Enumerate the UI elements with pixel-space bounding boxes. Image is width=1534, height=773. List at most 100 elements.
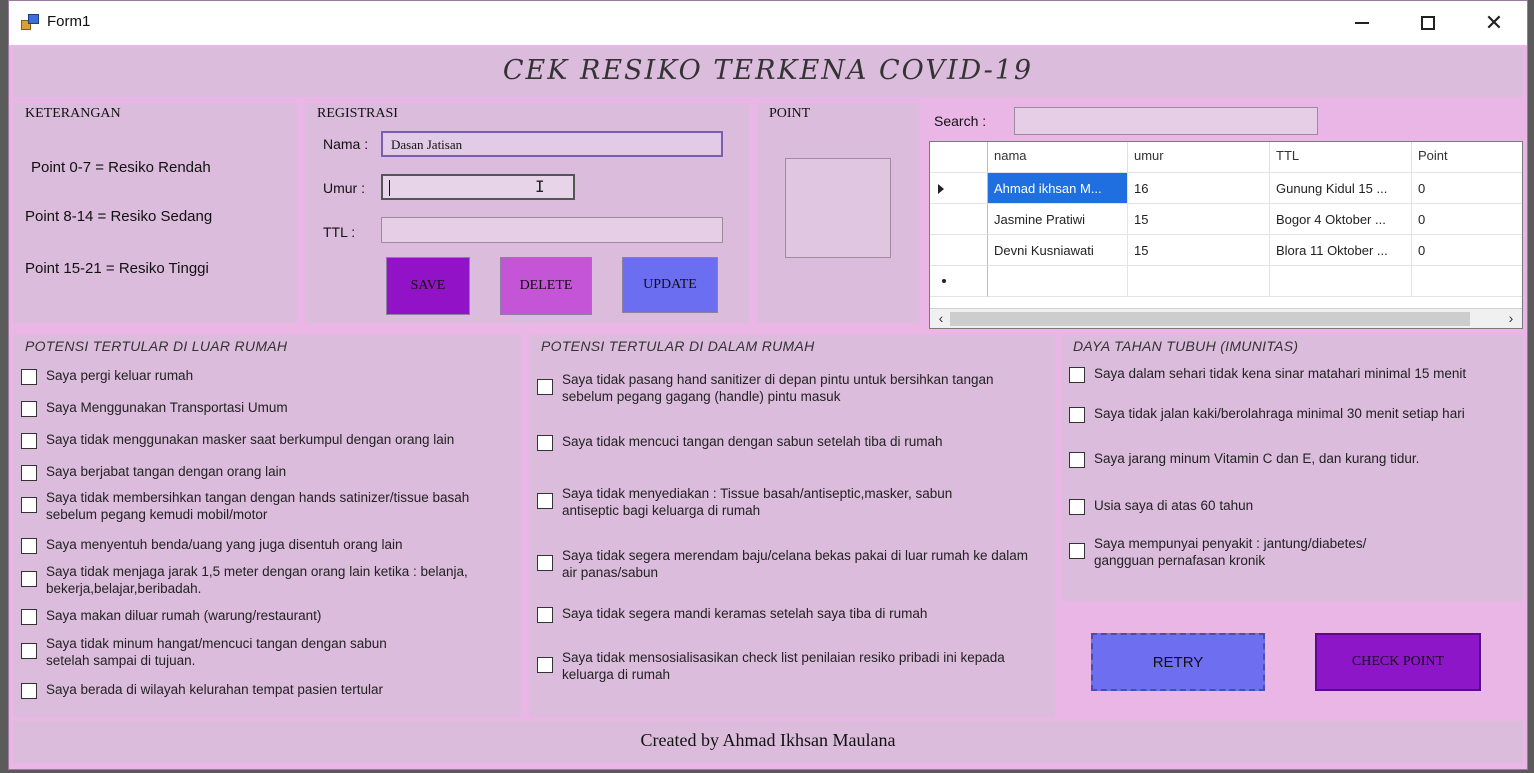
new-row[interactable] bbox=[930, 266, 1522, 297]
checkbox-luar-4[interactable]: Saya berjabat tangan dengan orang lain bbox=[21, 463, 511, 481]
checkbox-label: Saya berjabat tangan dengan orang lain bbox=[46, 464, 287, 479]
checkbox-box[interactable] bbox=[1069, 367, 1085, 383]
checkbox-dalam-2[interactable]: Saya tidak mencuci tangan dengan sabun s… bbox=[537, 433, 1037, 451]
checkbox-box[interactable] bbox=[21, 401, 37, 417]
form-window: Form1 ✕ CEK RESIKO TERKENA COVID-19 KETE… bbox=[8, 0, 1528, 770]
checkbox-box[interactable] bbox=[537, 657, 553, 673]
table-row[interactable]: Jasmine Pratiwi 15 Bogor 4 Oktober ... 0 bbox=[930, 204, 1522, 235]
checkbox-box[interactable] bbox=[21, 433, 37, 449]
checkbox-box[interactable] bbox=[1069, 499, 1085, 515]
maximize-button[interactable] bbox=[1405, 7, 1451, 39]
checkbox-label: Saya tidak membersihkan tangan dengan ha… bbox=[46, 490, 470, 522]
grid-cell-umur[interactable]: 15 bbox=[1128, 235, 1270, 266]
umur-input[interactable]: I bbox=[381, 174, 575, 200]
delete-button[interactable]: DELETE bbox=[500, 257, 592, 315]
new-row-icon bbox=[942, 279, 946, 283]
table-row[interactable]: Ahmad ikhsan M... 16 Gunung Kidul 15 ...… bbox=[930, 173, 1522, 204]
checkbox-box[interactable] bbox=[21, 465, 37, 481]
grid-cell-ttl[interactable]: Gunung Kidul 15 ... bbox=[1270, 173, 1412, 204]
checkbox-box[interactable] bbox=[21, 571, 37, 587]
nama-input[interactable]: Dasan Jatisan bbox=[381, 131, 723, 157]
grid-cell-ttl[interactable] bbox=[1270, 266, 1412, 297]
checkbox-luar-1[interactable]: Saya pergi keluar rumah bbox=[21, 367, 511, 385]
checkbox-luar-9[interactable]: Saya tidak minum hangat/mencuci tangan d… bbox=[21, 635, 421, 669]
checkbox-box[interactable] bbox=[21, 369, 37, 385]
checkbox-label: Saya makan diluar rumah (warung/restaura… bbox=[46, 608, 322, 623]
checkbox-label: Saya tidak mensosialisasikan check list … bbox=[562, 650, 1005, 682]
checkbox-imunitas-1[interactable]: Saya dalam sehari tidak kena sinar matah… bbox=[1069, 365, 1519, 383]
checkbox-box[interactable] bbox=[21, 643, 37, 659]
checkbox-box[interactable] bbox=[537, 555, 553, 571]
scrollbar-thumb[interactable] bbox=[950, 312, 1470, 326]
registrasi-label: REGISTRASI bbox=[317, 106, 398, 121]
checkbox-box[interactable] bbox=[21, 538, 37, 554]
row-header[interactable] bbox=[930, 235, 988, 266]
scroll-right-icon[interactable]: › bbox=[1502, 310, 1520, 326]
data-grid[interactable]: nama umur TTL Point Ahmad ikhsan M... 16… bbox=[929, 141, 1523, 329]
grid-cell-umur[interactable] bbox=[1128, 266, 1270, 297]
checkbox-box[interactable] bbox=[537, 379, 553, 395]
checkbox-luar-7[interactable]: Saya tidak menjaga jarak 1,5 meter denga… bbox=[21, 563, 515, 597]
checkbox-luar-5[interactable]: Saya tidak membersihkan tangan dengan ha… bbox=[21, 489, 511, 523]
checkbox-box[interactable] bbox=[537, 435, 553, 451]
current-row-icon bbox=[938, 184, 944, 194]
grid-cell-ttl[interactable]: Blora 11 Oktober ... bbox=[1270, 235, 1412, 266]
grid-cell-point[interactable]: 0 bbox=[1412, 173, 1522, 204]
checkbox-luar-3[interactable]: Saya tidak menggunakan masker saat berku… bbox=[21, 431, 511, 449]
grid-cell-umur[interactable]: 15 bbox=[1128, 204, 1270, 235]
ttl-input[interactable] bbox=[381, 217, 723, 243]
save-button[interactable]: SAVE bbox=[386, 257, 470, 315]
grid-cell-point[interactable]: 0 bbox=[1412, 204, 1522, 235]
checkbox-box[interactable] bbox=[1069, 543, 1085, 559]
checkbox-box[interactable] bbox=[1069, 452, 1085, 468]
checkbox-imunitas-2[interactable]: Saya tidak jalan kaki/berolahraga minima… bbox=[1069, 405, 1523, 423]
table-row[interactable]: Devni Kusniawati 15 Blora 11 Oktober ...… bbox=[930, 235, 1522, 266]
close-button[interactable]: ✕ bbox=[1471, 7, 1517, 39]
ibeam-cursor-icon: I bbox=[535, 177, 545, 196]
grid-header-ttl[interactable]: TTL bbox=[1270, 142, 1412, 173]
row-header[interactable] bbox=[930, 266, 988, 297]
checkbox-box[interactable] bbox=[537, 607, 553, 623]
grid-cell-nama[interactable]: Jasmine Pratiwi bbox=[988, 204, 1128, 235]
scroll-left-icon[interactable]: ‹ bbox=[932, 310, 950, 326]
grid-header-umur[interactable]: umur bbox=[1128, 142, 1270, 173]
grid-cell-ttl[interactable]: Bogor 4 Oktober ... bbox=[1270, 204, 1412, 235]
checkbox-label: Saya tidak segera merendam baju/celana b… bbox=[562, 548, 1029, 580]
checkbox-box[interactable] bbox=[21, 683, 37, 699]
search-input[interactable] bbox=[1014, 107, 1318, 135]
minimize-button[interactable] bbox=[1339, 7, 1385, 39]
checkbox-box[interactable] bbox=[21, 497, 37, 513]
checkbox-dalam-4[interactable]: Saya tidak segera merendam baju/celana b… bbox=[537, 547, 1037, 581]
retry-button[interactable]: RETRY bbox=[1091, 633, 1265, 691]
grid-header-nama[interactable]: nama bbox=[988, 142, 1128, 173]
grid-cell-point[interactable] bbox=[1412, 266, 1522, 297]
checkbox-dalam-3[interactable]: Saya tidak menyediakan : Tissue basah/an… bbox=[537, 485, 977, 519]
grid-cell-nama[interactable]: Ahmad ikhsan M... bbox=[988, 173, 1128, 204]
checkbox-luar-2[interactable]: Saya Menggunakan Transportasi Umum bbox=[21, 399, 511, 417]
grid-cell-point[interactable]: 0 bbox=[1412, 235, 1522, 266]
grid-cell-umur[interactable]: 16 bbox=[1128, 173, 1270, 204]
checkbox-box[interactable] bbox=[537, 493, 553, 509]
checkbox-label: Saya tidak menjaga jarak 1,5 meter denga… bbox=[46, 564, 468, 596]
checkbox-imunitas-5[interactable]: Saya mempunyai penyakit : jantung/diabet… bbox=[1069, 535, 1409, 569]
check-point-button[interactable]: CHECK POINT bbox=[1315, 633, 1481, 691]
checkbox-luar-10[interactable]: Saya berada di wilayah kelurahan tempat … bbox=[21, 681, 511, 699]
horizontal-scrollbar[interactable]: ‹ › bbox=[930, 308, 1522, 328]
grid-cell-nama[interactable]: Devni Kusniawati bbox=[988, 235, 1128, 266]
checkbox-dalam-6[interactable]: Saya tidak mensosialisasikan check list … bbox=[537, 649, 1027, 683]
header-panel: CEK RESIKO TERKENA COVID-19 bbox=[13, 47, 1523, 97]
row-header[interactable] bbox=[930, 204, 988, 235]
checkbox-imunitas-4[interactable]: Usia saya di atas 60 tahun bbox=[1069, 497, 1519, 515]
grid-header-point[interactable]: Point bbox=[1412, 142, 1522, 173]
update-button[interactable]: UPDATE bbox=[622, 257, 718, 313]
checkbox-imunitas-3[interactable]: Saya jarang minum Vitamin C dan E, dan k… bbox=[1069, 450, 1519, 468]
checkbox-luar-8[interactable]: Saya makan diluar rumah (warung/restaura… bbox=[21, 607, 511, 625]
checkbox-box[interactable] bbox=[1069, 407, 1085, 423]
row-header[interactable] bbox=[930, 173, 988, 204]
close-icon: ✕ bbox=[1484, 10, 1504, 35]
checkbox-dalam-1[interactable]: Saya tidak pasang hand sanitizer di depa… bbox=[537, 371, 1047, 405]
checkbox-dalam-5[interactable]: Saya tidak segera mandi keramas setelah … bbox=[537, 605, 1037, 623]
checkbox-luar-6[interactable]: Saya menyentuh benda/uang yang juga dise… bbox=[21, 536, 511, 554]
grid-cell-nama[interactable] bbox=[988, 266, 1128, 297]
checkbox-box[interactable] bbox=[21, 609, 37, 625]
